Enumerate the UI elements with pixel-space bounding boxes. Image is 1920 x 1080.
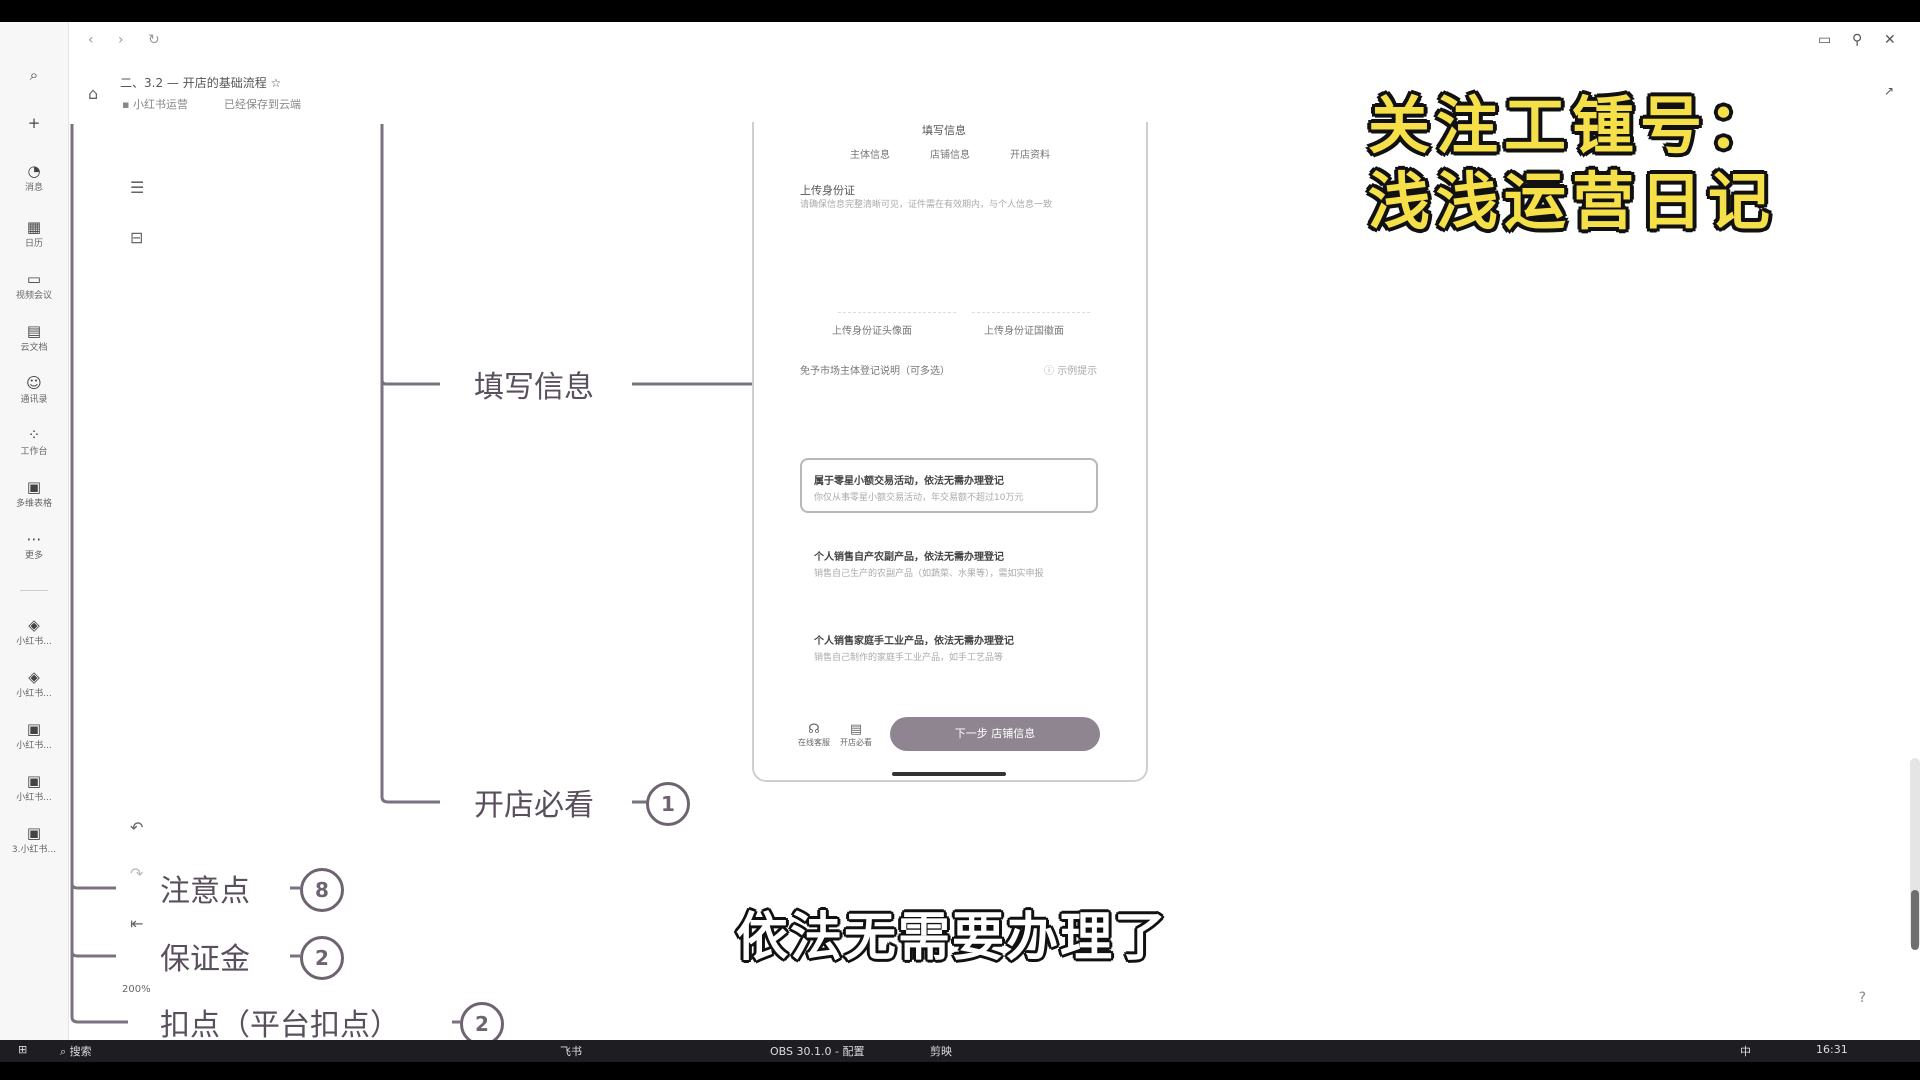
upload-front-box[interactable]	[838, 254, 956, 313]
option-card[interactable]: 个人销售自产农副产品，依法无需办理登记 销售自己生产的农副产品（如蔬菜、水果等）…	[800, 540, 1096, 589]
option-desc: 销售自己生产的农副产品（如蔬菜、水果等），需如实申报	[814, 569, 1044, 579]
registration-label: 免予市场主体登记说明（可多选）	[800, 366, 950, 377]
headset-icon: ☊	[808, 722, 820, 737]
option-title: 个人销售家庭手工业产品，依法无需办理登记	[814, 636, 1014, 647]
taskbar-app[interactable]: 飞书	[560, 1043, 582, 1059]
help-icon[interactable]: ?	[1859, 990, 1866, 1006]
watermark: 关注工锺号： 浅浅运营日记	[1368, 88, 1808, 240]
step-label: 店铺信息	[930, 150, 970, 161]
ime-indicator[interactable]: 中	[1740, 1043, 1751, 1059]
option-card[interactable]: 个人销售家庭手工业产品，依法无需办理登记 销售自己制作的家庭手工业产品，如手工艺…	[800, 624, 1096, 673]
video-subtitle: 依法无需要办理了	[736, 908, 1169, 968]
upload-back-box[interactable]	[972, 254, 1090, 313]
guide-label: 开店必看	[840, 738, 872, 747]
node-deposit[interactable]: 保证金	[160, 934, 250, 978]
node-must-read[interactable]: 开店必看	[474, 780, 594, 824]
option-card-selected[interactable]: 属于零星小额交易活动，依法无需办理登记 你仅从事零星小额交易活动，年交易额不超过…	[800, 458, 1098, 513]
example-link[interactable]: ⓘ 示例提示	[1044, 362, 1097, 377]
service-button[interactable]: ☊ 在线客服	[794, 722, 834, 748]
step-label: 主体信息	[850, 150, 890, 161]
node-notes[interactable]: 注意点	[160, 866, 250, 910]
section-note: 请确保信息完整清晰可见，证件需在有效期内，与个人信息一致	[800, 200, 1053, 210]
node-fill-info[interactable]: 填写信息	[474, 362, 594, 406]
taskbar-search[interactable]: ⌕ 搜索	[60, 1043, 92, 1059]
taskbar-app[interactable]: OBS 30.1.0 - 配置	[770, 1043, 864, 1059]
service-label: 在线客服	[798, 738, 830, 747]
guide-button[interactable]: ▤ 开店必看	[836, 722, 876, 748]
home-indicator	[892, 772, 1006, 776]
upload-front-label: 上传身份证头像面	[832, 326, 912, 337]
step-label: 开店资料	[1010, 150, 1050, 161]
watermark-line: 关注工锺号：	[1368, 89, 1777, 162]
guide-icon: ▤	[849, 722, 863, 737]
section-title: 上传身份证	[800, 184, 855, 197]
info-icon: ⓘ	[1044, 366, 1054, 377]
start-icon[interactable]: ⊞	[18, 1043, 27, 1056]
scrollbar-thumb[interactable]	[1911, 890, 1919, 950]
phone-screenshot: 填写信息 主体信息 店铺信息 开店资料 上传身份证 请确保信息完整清晰可见，证件…	[752, 122, 1148, 782]
node-count-badge[interactable]: 1	[646, 782, 690, 826]
option-title: 个人销售自产农副产品，依法无需办理登记	[814, 552, 1004, 563]
clock[interactable]: 16:31	[1816, 1043, 1848, 1056]
upload-back-label: 上传身份证国徽面	[984, 326, 1064, 337]
node-count-badge[interactable]: 2	[300, 936, 344, 980]
taskbar: ⊞ ⌕ 搜索 飞书 OBS 30.1.0 - 配置 剪映 中 16:31	[0, 1040, 1920, 1062]
option-desc: 销售自己制作的家庭手工业产品，如手工艺品等	[814, 653, 1004, 663]
node-commission[interactable]: 扣点（平台扣点）	[160, 1000, 400, 1044]
example-link-text: 示例提示	[1057, 366, 1098, 377]
next-step-button[interactable]: 下一步 店铺信息	[890, 717, 1100, 751]
node-count-badge[interactable]: 8	[300, 868, 344, 912]
phone-page-title: 填写信息	[922, 124, 966, 137]
watermark-line: 浅浅运营日记	[1368, 165, 1777, 238]
taskbar-app[interactable]: 剪映	[930, 1043, 952, 1059]
option-desc: 你仅从事零星小额交易活动，年交易额不超过10万元	[814, 493, 1024, 503]
option-title: 属于零星小额交易活动，依法无需办理登记	[814, 476, 1004, 487]
taskbar-search-text: 搜索	[69, 1045, 92, 1058]
